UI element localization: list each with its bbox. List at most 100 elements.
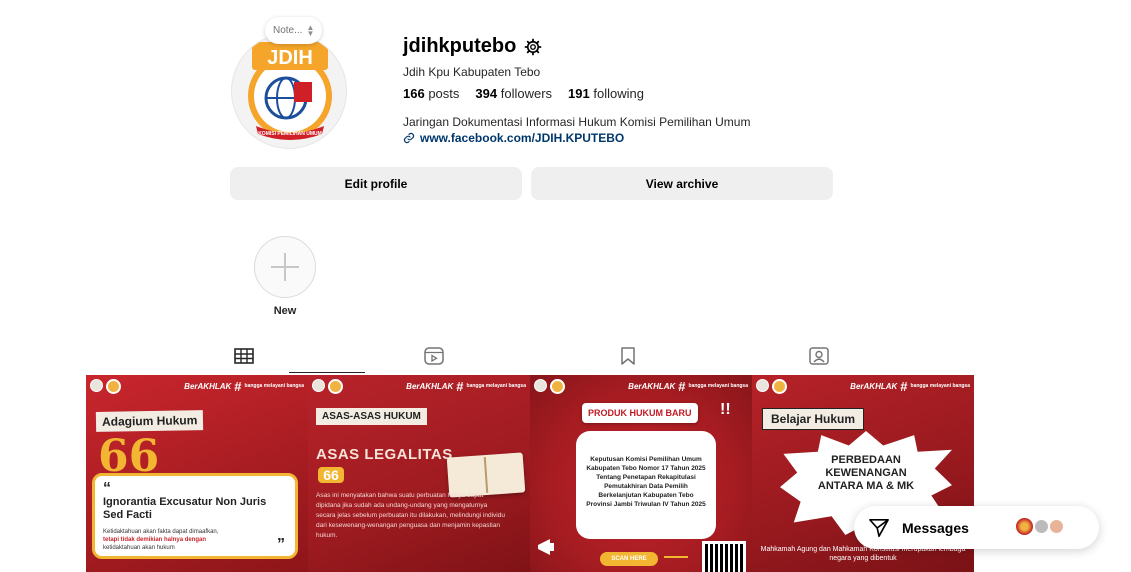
burst-line: ANTARA MA & MK (817, 480, 915, 492)
qr-code-icon (702, 541, 746, 572)
post-badge: PRODUK HUKUM BARU (582, 403, 698, 423)
hashtag-icon: # (234, 378, 242, 394)
post-body: Keputusan Komisi Pemilihan Umum Kabupate… (576, 431, 716, 539)
kpu-logo-icon (106, 378, 121, 394)
post-body: Asas ini menyatakan bahwa suatu perbuata… (316, 492, 505, 539)
post-tile[interactable]: BerAKHLAK # bangga melayani bangsa PRODU… (530, 375, 752, 572)
settings-gear-icon[interactable] (524, 38, 542, 56)
tab-saved[interactable] (616, 347, 640, 365)
post-body-line: ketidaktahuan akan hukum (103, 545, 175, 551)
message-avatars (1016, 518, 1063, 535)
avatar (1016, 518, 1033, 535)
new-highlight-ring (254, 236, 316, 298)
post-subtitle: ASAS LEGALITAS (316, 446, 453, 463)
brand-text: BerAKHLAK (406, 381, 454, 391)
post-header: BerAKHLAK # bangga melayani bangsa (752, 375, 974, 397)
quote-mark: 66 (318, 467, 344, 483)
avatar-logo-text: JDIH (267, 47, 313, 69)
tab-reels[interactable] (422, 347, 446, 365)
burst-text: PERBEDAAN KEWENANGAN ANTARA MA & MK (780, 454, 952, 493)
arrow-icon (664, 556, 688, 558)
post-header: BerAKHLAK # bangga melayani bangsa (86, 375, 308, 397)
post-logos (312, 378, 343, 394)
avatar (1035, 520, 1048, 533)
scan-here-label: SCAN HERE (600, 552, 658, 566)
brand-tagline: bangga melayani bangsa (466, 382, 526, 389)
send-icon (869, 518, 889, 537)
post-title: Adagium Hukum (95, 410, 204, 432)
berakhlak-brand: BerAKHLAK # bangga melayani bangsa (406, 379, 526, 394)
profile-link-text: www.facebook.com/JDIH.KPUTEBO (420, 131, 625, 145)
brand-text: BerAKHLAK (628, 381, 676, 391)
following-stat[interactable]: 191 following (568, 86, 644, 101)
post-title: Belajar Hukum (762, 408, 865, 430)
edit-profile-button[interactable]: Edit profile (230, 167, 522, 200)
kpu-logo-icon (328, 378, 343, 394)
garuda-logo-icon (756, 378, 769, 392)
post-logos (756, 378, 787, 394)
tagged-icon (809, 347, 829, 365)
post-logos (534, 378, 565, 394)
brand-tagline: bangga melayani bangsa (688, 382, 748, 389)
post-logos (90, 378, 121, 394)
hashtag-icon: # (678, 378, 686, 394)
link-icon (403, 132, 415, 144)
brand-text: BerAKHLAK (184, 381, 232, 391)
burst-line: KEWENANGAN (825, 467, 907, 479)
posts-count: 166 (403, 86, 425, 101)
garuda-logo-icon (90, 378, 103, 392)
profile-username-row: jdihkputebo (403, 35, 542, 58)
view-archive-button[interactable]: View archive (531, 167, 833, 200)
berakhlak-brand: BerAKHLAK # bangga melayani bangsa (850, 379, 970, 394)
profile-avatar[interactable]: JDIH KOMISI PEMILIHAN UMUM (231, 33, 347, 149)
garuda-logo-icon (534, 378, 547, 392)
exclamation-mark: !! (720, 401, 731, 418)
new-highlight-label: New (273, 305, 297, 317)
profile-link[interactable]: www.facebook.com/JDIH.KPUTEBO (403, 131, 624, 145)
jdih-logo-icon: JDIH KOMISI PEMILIHAN UMUM (248, 42, 332, 140)
active-tab-indicator (289, 372, 365, 373)
tab-tagged[interactable] (807, 347, 831, 365)
followers-stat[interactable]: 394 followers (475, 86, 552, 101)
kpu-logo-icon (550, 378, 565, 394)
posts-label: posts (428, 86, 460, 101)
brand-tagline: bangga melayani bangsa (910, 382, 970, 389)
post-header: BerAKHLAK # bangga melayani bangsa (308, 375, 530, 397)
avatar (1050, 520, 1063, 533)
tab-posts[interactable] (232, 347, 256, 365)
messages-button[interactable]: Messages (854, 506, 1099, 549)
open-quote: “ (103, 480, 111, 497)
note-bubble[interactable]: Note... ▲ ▼ (265, 17, 323, 44)
grid-icon (234, 348, 254, 364)
post-tile[interactable]: BerAKHLAK # bangga melayani bangsa Adagi… (86, 375, 308, 572)
berakhlak-brand: BerAKHLAK # bangga melayani bangsa (184, 379, 304, 394)
post-body-line: Ketidaktahuan akan fakta dapat dimaafkan… (103, 529, 219, 535)
post-tile[interactable]: BerAKHLAK # bangga melayani bangsa ASAS-… (308, 375, 530, 572)
post-body-line: tetapi tidak demikian halnya dengan (103, 537, 207, 543)
burst-line: PERBEDAAN (831, 454, 901, 466)
profile-page: Note... ▲ ▼ JDIH KOMISI PEMILIHAN UMUM jd… (0, 0, 1131, 572)
following-count: 191 (568, 86, 590, 101)
note-placeholder: Note... (273, 25, 303, 36)
brand-text: BerAKHLAK (850, 381, 898, 391)
saved-icon (621, 347, 635, 365)
profile-stats: 166 posts 394 followers 191 following (403, 86, 644, 101)
post-header: BerAKHLAK # bangga melayani bangsa (530, 375, 752, 397)
profile-tabs (86, 337, 976, 375)
avatar-ribbon-text: KOMISI PEMILIHAN UMUM (258, 131, 322, 137)
posts-stat: 166 posts (403, 86, 459, 101)
close-quote: ” (277, 536, 285, 553)
hashtag-icon: # (900, 378, 908, 394)
followers-count: 394 (475, 86, 498, 101)
profile-username: jdihkputebo (403, 35, 517, 57)
posts-grid: BerAKHLAK # bangga melayani bangsa Adagi… (86, 375, 976, 572)
reels-icon (424, 347, 444, 365)
post-headline: Ignorantia Excusatur Non Juris Sed Facti (103, 496, 267, 521)
new-highlight[interactable]: New (243, 236, 327, 320)
new-highlight-circle (243, 236, 327, 298)
following-label: following (593, 86, 644, 101)
kpu-logo-icon (772, 378, 787, 394)
post-body: Ketidaktahuan akan fakta dapat dimaafkan… (103, 528, 287, 552)
brand-tagline: bangga melayani bangsa (244, 382, 304, 389)
profile-full-name: Jdih Kpu Kabupaten Tebo (403, 65, 541, 79)
